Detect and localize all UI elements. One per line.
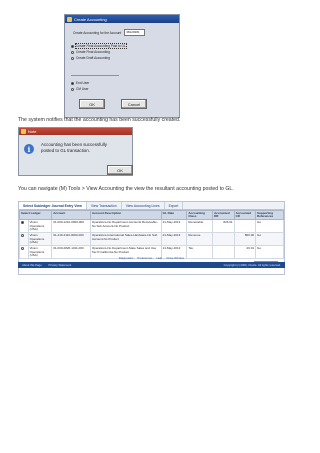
row-select-radio[interactable] — [21, 246, 24, 250]
window-icon — [67, 16, 72, 22]
cancel-button[interactable]: Cancel — [121, 99, 147, 109]
col-accounted-dr: Accounted DR — [212, 209, 235, 221]
col-supporting-references: Supporting References — [255, 209, 284, 221]
radio-icon — [71, 81, 74, 85]
link-help[interactable]: Help — [156, 256, 162, 261]
radio-icon — [71, 87, 74, 91]
dialog-title: Create Accounting — [74, 16, 107, 22]
tab-bar: Select Subledger Journal Entry View View… — [19, 202, 284, 210]
row-select-radio[interactable] — [21, 233, 24, 237]
link-preferences[interactable]: Preferences — [137, 256, 152, 261]
cell-gl-date: 21-May-2013 — [160, 232, 188, 247]
cell-cr — [233, 219, 257, 234]
cell-gl-date: 21-May-2013 — [160, 219, 188, 234]
cell-account: 01-000-1210-0000-000 — [51, 219, 91, 234]
cell-account: 01-410-4110-0000-000 — [51, 232, 91, 247]
note-title: Note — [28, 129, 37, 134]
radio-draft[interactable]: Create Draft Accounting — [71, 55, 126, 61]
cell-ledger: Vision Operations (USA) — [27, 219, 53, 234]
cell-support-link[interactable]: Go — [255, 219, 284, 234]
account-field[interactable]: 38129381 — [124, 29, 146, 36]
copyright-text: Copyright (c) 2006, Oracle. All rights r… — [223, 263, 281, 267]
tab-journal-entry-view[interactable]: Select Subledger Journal Entry View — [19, 202, 87, 209]
caption-view-accounting: You can navigate (M) Tools > View Accoun… — [18, 186, 234, 192]
link-privacy[interactable]: Privacy Statement — [49, 263, 72, 267]
tab-view-transaction[interactable]: View Transaction — [87, 202, 122, 209]
account-label: Create Accounting for the Account — [73, 30, 122, 35]
table-row: Vision Operations (USA) 01-410-4110-0000… — [19, 232, 284, 247]
info-icon: i — [24, 144, 34, 154]
radio-icon — [71, 50, 74, 54]
col-accounting-class: Accounting Class — [186, 209, 214, 221]
cell-description: Operations-No Department-Accounts Receiv… — [89, 219, 162, 234]
col-gl-date: GL Date — [160, 209, 188, 221]
radio-cm-user[interactable]: CM User — [71, 86, 89, 92]
page-bottom-bar: About this Page Privacy Statement Copyri… — [18, 262, 285, 268]
row-select-radio[interactable] — [21, 220, 24, 224]
col-account: Account — [51, 209, 91, 221]
cell-class: Revenue — [186, 232, 214, 247]
ok-button[interactable]: OK — [107, 165, 133, 175]
ok-button[interactable]: OK — [79, 99, 105, 109]
col-accounted-cr: Accounted CR — [233, 209, 257, 221]
note-titlebar: Note — [19, 128, 132, 135]
cell-description: Operations-International Sales-Hardware-… — [89, 232, 162, 247]
tab-view-accounting-lines[interactable]: View Accounting Lines — [122, 202, 165, 209]
accounting-table: Select Ledger Account Account Descriptio… — [18, 209, 284, 260]
col-select-ledger: Select Ledger — [18, 209, 53, 221]
cell-support-link[interactable]: Go — [255, 232, 284, 247]
cell-dr: 826.01 — [212, 219, 235, 234]
footer-links: Diagnostics Preferences Help Close Windo… — [18, 256, 285, 261]
window-icon — [21, 129, 26, 134]
cell-cr: 800.00 — [233, 232, 257, 247]
cell-dr — [212, 232, 235, 247]
create-accounting-dialog: Create Accounting Create Accounting for … — [64, 14, 180, 118]
cell-ledger: Vision Operations (USA) — [27, 232, 53, 247]
radio-icon — [71, 44, 74, 48]
caption-accounting-created: The system notifies that the accounting … — [18, 117, 181, 123]
tab-export[interactable]: Export — [165, 202, 184, 209]
note-dialog: Note i Accounting has been successfully … — [18, 127, 133, 176]
col-account-description: Account Description — [89, 209, 162, 221]
note-message: Accounting has been successfully posted … — [41, 142, 107, 153]
user-group: End User CM User — [71, 80, 89, 92]
table-row: Vision Operations (USA) 01-000-1210-0000… — [19, 219, 284, 234]
link-close-window[interactable]: Close Window — [166, 256, 184, 261]
link-about-page[interactable]: About this Page — [22, 263, 42, 267]
radio-icon — [71, 56, 74, 60]
cell-class: Receivable — [186, 219, 214, 234]
dialog-titlebar: Create Accounting — [65, 15, 179, 23]
link-diagnostics[interactable]: Diagnostics — [119, 256, 133, 261]
separator — [71, 75, 119, 76]
accounting-mode-group: Create Final Accounting Post to GL Creat… — [71, 43, 127, 61]
